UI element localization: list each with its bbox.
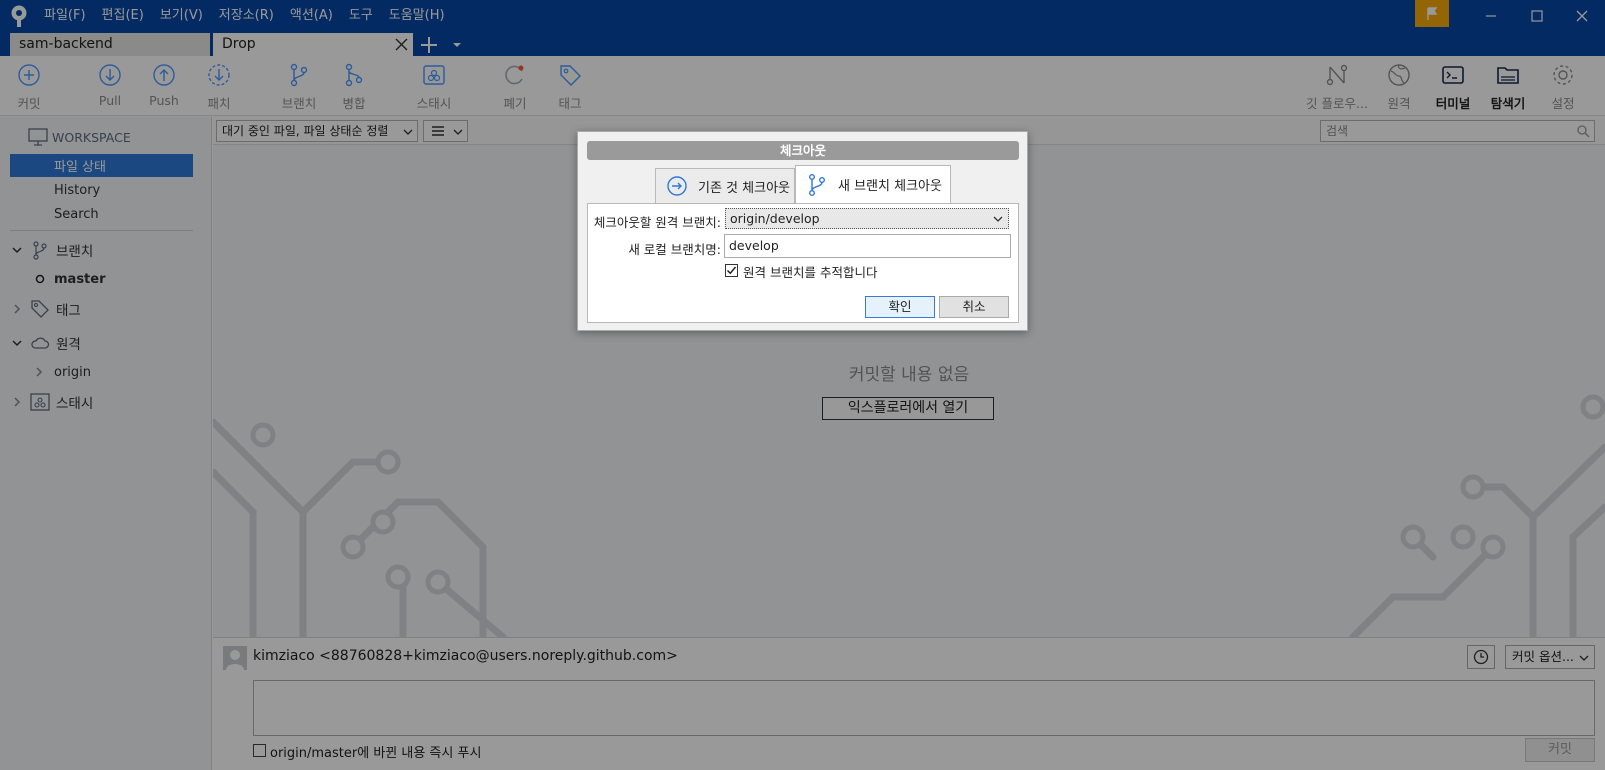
- chevron-down-icon: [993, 216, 1003, 222]
- tab-checkout-new-branch[interactable]: 새 브랜치 체크아웃: [795, 165, 951, 203]
- ok-button[interactable]: 확인: [865, 296, 935, 318]
- new-branch-panel: 체크아웃할 원격 브랜치: origin/develop 새 로컬 브랜치명: …: [587, 203, 1019, 323]
- checkout-dialog: 체크아웃 기존 것 체크아웃 새 브랜치 체크아웃 체크아웃할 원격 브랜치: …: [577, 131, 1028, 331]
- track-remote-label: 원격 브랜치를 추적합니다: [743, 265, 878, 280]
- remote-branch-label: 체크아웃할 원격 브랜치:: [593, 215, 721, 230]
- tab-label: 기존 것 체크아웃: [698, 180, 790, 196]
- tab-checkout-existing[interactable]: 기존 것 체크아웃: [655, 168, 795, 203]
- branch-icon: [809, 173, 825, 196]
- remote-branch-dropdown[interactable]: origin/develop: [725, 208, 1009, 229]
- local-branch-label: 새 로컬 브랜치명:: [628, 242, 721, 257]
- local-branch-name-field[interactable]: develop: [724, 234, 1011, 258]
- modal-overlay: [0, 0, 1605, 770]
- cancel-button[interactable]: 취소: [939, 296, 1009, 318]
- dialog-title: 체크아웃: [587, 141, 1019, 160]
- remote-branch-value: origin/develop: [730, 211, 820, 226]
- tab-label: 새 브랜치 체크아웃: [838, 179, 942, 194]
- arrow-right-circle-icon: [667, 176, 687, 196]
- track-remote-checkbox[interactable]: [725, 264, 738, 277]
- checkmark-icon: [726, 266, 737, 275]
